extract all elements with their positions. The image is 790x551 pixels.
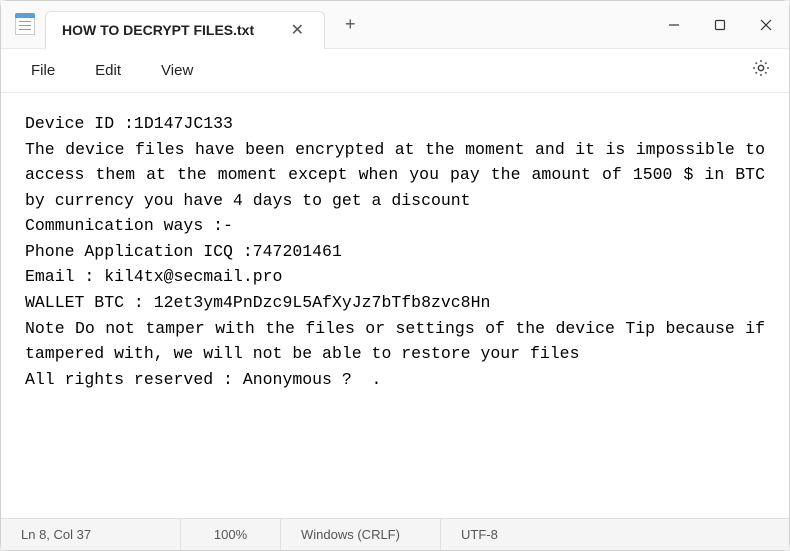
status-zoom[interactable]: 100% (181, 519, 281, 550)
notepad-window: HOW TO DECRYPT FILES.txt ✕ + File Edit V… (0, 0, 790, 551)
window-controls (651, 1, 789, 49)
menu-file[interactable]: File (13, 56, 73, 85)
gear-icon (751, 58, 771, 78)
maximize-button[interactable] (697, 1, 743, 49)
statusbar: Ln 8, Col 37 100% Windows (CRLF) UTF-8 (1, 518, 789, 550)
tab-title: HOW TO DECRYPT FILES.txt (62, 22, 254, 38)
settings-button[interactable] (745, 52, 777, 89)
notepad-icon (15, 13, 35, 37)
status-position[interactable]: Ln 8, Col 37 (1, 519, 181, 550)
text-content[interactable]: Device ID :1D147JC133 The device files h… (1, 93, 789, 518)
menu-view[interactable]: View (143, 56, 211, 85)
minimize-button[interactable] (651, 1, 697, 49)
file-tab[interactable]: HOW TO DECRYPT FILES.txt ✕ (45, 11, 325, 49)
menu-edit[interactable]: Edit (77, 56, 139, 85)
new-tab-button[interactable]: + (337, 10, 364, 39)
menubar: File Edit View (1, 49, 789, 93)
close-tab-button[interactable]: ✕ (287, 20, 308, 40)
close-window-button[interactable] (743, 1, 789, 49)
titlebar: HOW TO DECRYPT FILES.txt ✕ + (1, 1, 789, 49)
menus: File Edit View (13, 56, 211, 85)
status-line-ending[interactable]: Windows (CRLF) (281, 519, 441, 550)
status-encoding[interactable]: UTF-8 (441, 519, 561, 550)
tabs-container: HOW TO DECRYPT FILES.txt ✕ + (45, 1, 364, 48)
